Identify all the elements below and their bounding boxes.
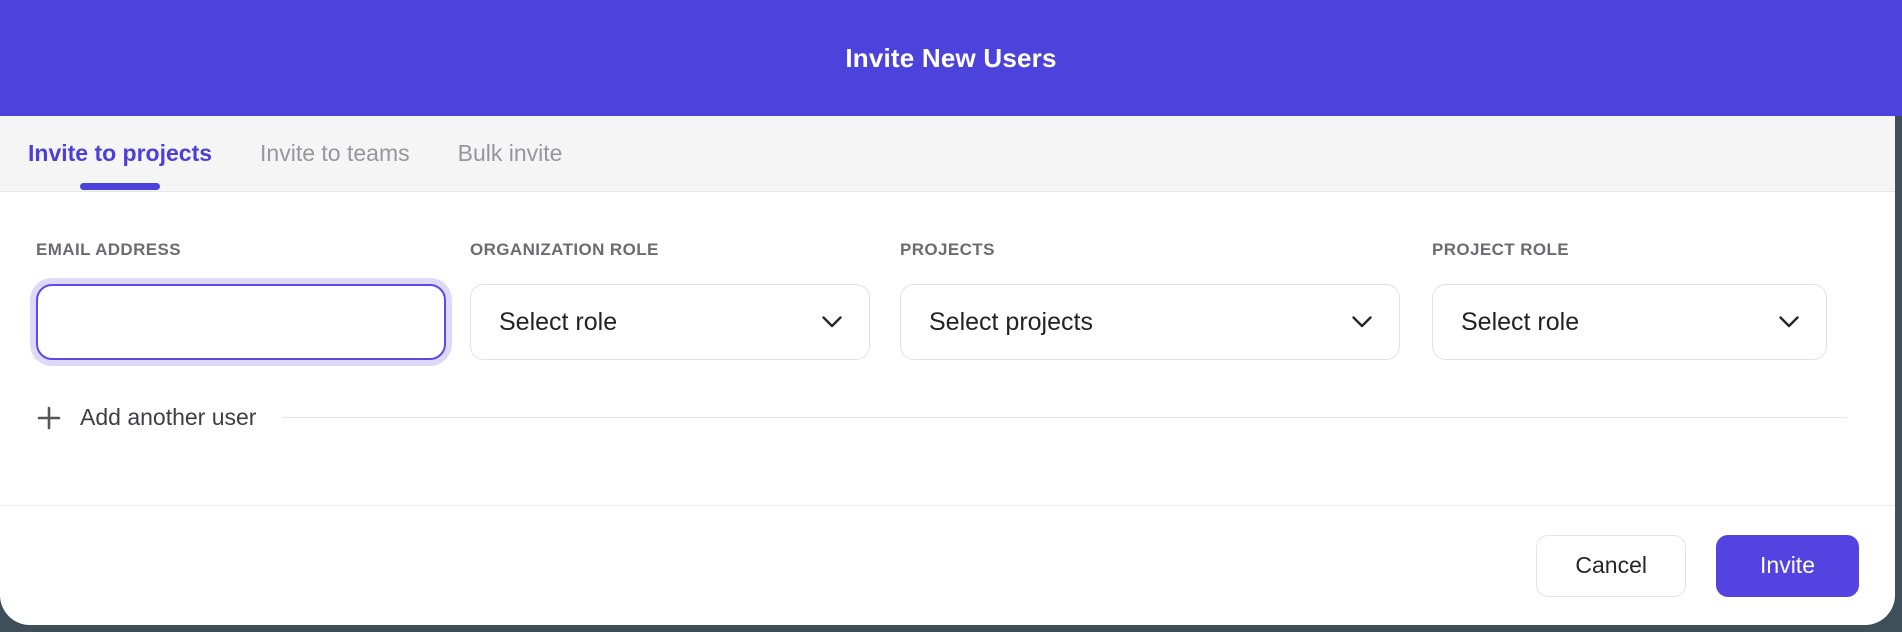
organization-role-label: ORGANIZATION ROLE	[470, 240, 870, 260]
organization-role-group: ORGANIZATION ROLE Select role	[470, 240, 870, 360]
chevron-down-icon	[1778, 315, 1800, 329]
invite-button[interactable]: Invite	[1716, 535, 1859, 597]
plus-icon[interactable]	[36, 405, 62, 431]
tab-label: Bulk invite	[458, 140, 563, 167]
tab-bulk-invite[interactable]: Bulk invite	[458, 116, 563, 191]
user-row: EMAIL ADDRESS ORGANIZATION ROLE Select r…	[36, 240, 1855, 360]
active-tab-indicator	[80, 183, 160, 190]
invite-form: EMAIL ADDRESS ORGANIZATION ROLE Select r…	[0, 192, 1895, 505]
tab-invite-to-teams[interactable]: Invite to teams	[260, 116, 410, 191]
dialog-header: Invite New Users	[0, 0, 1902, 116]
tab-label: Invite to teams	[260, 140, 410, 167]
email-field-group: EMAIL ADDRESS	[36, 240, 446, 360]
dialog-body: Invite to projects Invite to teams Bulk …	[0, 116, 1895, 625]
project-role-label: PROJECT ROLE	[1432, 240, 1827, 260]
project-role-value: Select role	[1461, 308, 1579, 337]
cancel-button[interactable]: Cancel	[1536, 535, 1686, 597]
invite-users-dialog: Invite New Users Invite to projects Invi…	[0, 0, 1902, 632]
tab-invite-to-projects[interactable]: Invite to projects	[28, 116, 212, 191]
projects-label: PROJECTS	[900, 240, 1400, 260]
row-divider-line	[282, 417, 1847, 418]
add-another-user-row: Add another user	[36, 404, 1855, 431]
organization-role-value: Select role	[499, 308, 617, 337]
chevron-down-icon	[821, 315, 843, 329]
email-address-input[interactable]	[36, 284, 446, 360]
email-address-label: EMAIL ADDRESS	[36, 240, 446, 260]
projects-value: Select projects	[929, 308, 1093, 337]
projects-select[interactable]: Select projects	[900, 284, 1400, 360]
tab-bar: Invite to projects Invite to teams Bulk …	[0, 116, 1895, 192]
tab-label: Invite to projects	[28, 140, 212, 167]
project-role-group: PROJECT ROLE Select role	[1432, 240, 1827, 360]
dialog-footer: Cancel Invite	[0, 506, 1895, 625]
organization-role-select[interactable]: Select role	[470, 284, 870, 360]
dialog-title: Invite New Users	[845, 43, 1056, 74]
add-another-user-button[interactable]: Add another user	[80, 404, 256, 431]
projects-group: PROJECTS Select projects	[900, 240, 1400, 360]
project-role-select[interactable]: Select role	[1432, 284, 1827, 360]
chevron-down-icon	[1351, 315, 1373, 329]
